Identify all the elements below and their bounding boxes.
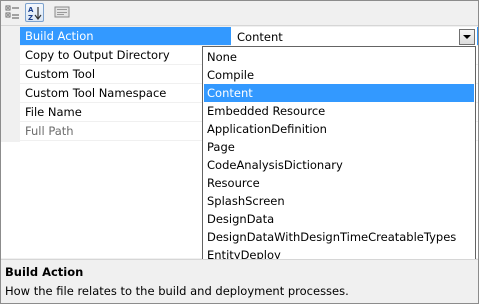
alphabetical-button[interactable]: A Z [25, 3, 44, 22]
property-name: Copy to Output Directory [25, 48, 170, 62]
description-text: How the file relates to the build and de… [5, 284, 349, 298]
categorized-button[interactable] [4, 3, 23, 22]
property-name: Full Path [25, 124, 74, 138]
categorized-icon [5, 5, 19, 19]
properties-toolbar: A Z [1, 1, 478, 26]
description-title: Build Action [5, 265, 84, 279]
dropdown-option[interactable]: None [204, 48, 474, 66]
dropdown-option[interactable]: SplashScreen [204, 192, 474, 210]
dropdown-option[interactable]: DesignData [204, 210, 474, 228]
property-name: Custom Tool Namespace [25, 86, 167, 100]
dropdown-option[interactable]: ApplicationDefinition [204, 120, 474, 138]
dropdown-option[interactable]: Resource [204, 174, 474, 192]
property-pages-button[interactable] [53, 3, 72, 22]
build-action-value: Content [237, 30, 283, 44]
chevron-down-icon [463, 35, 471, 39]
property-name: Custom Tool [25, 67, 96, 81]
build-action-value-field[interactable]: Content [231, 27, 477, 46]
dropdown-option[interactable]: Page [204, 138, 474, 156]
grid-gutter [1, 27, 20, 142]
property-name: Build Action [25, 29, 94, 43]
dropdown-option-selected[interactable]: Content [204, 84, 474, 102]
svg-text:A: A [28, 6, 34, 14]
dropdown-option[interactable]: DesignDataWithDesignTimeCreatableTypes [204, 228, 474, 246]
svg-text:Z: Z [28, 14, 33, 21]
dropdown-option[interactable]: Embedded Resource [204, 102, 474, 120]
dropdown-option[interactable]: Compile [204, 66, 474, 84]
property-pages-icon [54, 6, 70, 18]
property-name: File Name [25, 105, 82, 119]
dropdown-option[interactable]: CodeAnalysisDictionary [204, 156, 474, 174]
description-panel: Build Action How the file relates to the… [1, 259, 478, 303]
build-action-dropdown-list: None Compile Content Embedded Resource A… [202, 46, 476, 286]
alphabetical-sort-icon: A Z [28, 6, 42, 21]
dropdown-button[interactable] [459, 29, 475, 45]
